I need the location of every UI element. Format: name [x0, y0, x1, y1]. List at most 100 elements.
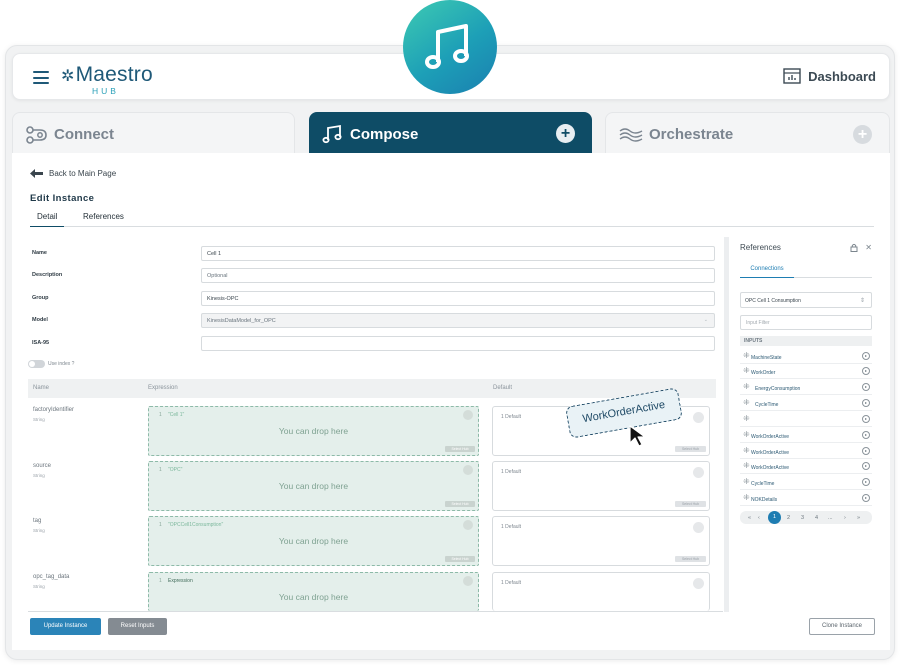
pager-last[interactable]: »: [857, 515, 860, 521]
pager-page[interactable]: 3: [801, 515, 804, 521]
clear-icon[interactable]: [463, 465, 473, 475]
input-item[interactable]: ⁜ ▸: [740, 413, 872, 427]
update-instance-button[interactable]: Update Instance: [30, 618, 101, 635]
group-field[interactable]: Kinesis-OPC: [201, 291, 715, 306]
pager-page[interactable]: 4: [815, 515, 818, 521]
line-number: 1: [159, 578, 162, 584]
tab-detail[interactable]: Detail: [30, 212, 65, 227]
tab-references[interactable]: References: [83, 212, 124, 227]
clear-icon[interactable]: [463, 576, 473, 586]
default-text: 1 Default: [501, 414, 522, 420]
use-index-toggle[interactable]: [28, 360, 45, 368]
tab-compose[interactable]: Compose +: [309, 112, 592, 156]
default-field[interactable]: 1 Default Select Hub: [492, 516, 710, 566]
default-field[interactable]: 1 Default Select Hub: [492, 461, 710, 511]
name-field[interactable]: Cell 1: [201, 246, 715, 261]
arrow-right-icon[interactable]: ▸: [862, 352, 870, 360]
drag-handle-icon[interactable]: ⁜: [743, 399, 750, 407]
arrow-right-icon[interactable]: ▸: [862, 415, 870, 423]
input-item[interactable]: ⁜ EnergyConsumption ▸: [740, 381, 872, 395]
model-select[interactable]: KinesisDataModel_for_OPC ⌄: [201, 313, 715, 328]
drag-handle-icon[interactable]: ⁜: [743, 494, 750, 502]
tab-connections[interactable]: Connections: [740, 266, 794, 278]
connection-value: OPC Cell 1 Consumption: [745, 298, 801, 304]
select-hub-button[interactable]: Select Hub: [675, 501, 706, 507]
input-item[interactable]: ⁜ MachineState ▸: [740, 350, 872, 364]
music-note-badge: [403, 0, 497, 94]
input-item[interactable]: ⁜ NOKDetails ▸: [740, 492, 872, 506]
tab-connect[interactable]: Connect: [12, 112, 295, 156]
isa95-field[interactable]: [201, 336, 715, 351]
drag-handle-icon[interactable]: ⁜: [743, 478, 750, 486]
close-icon[interactable]: ✕: [865, 243, 872, 254]
arrow-right-icon[interactable]: ▸: [862, 447, 870, 455]
select-hub-button[interactable]: Select Hub: [675, 556, 706, 562]
select-hub-button[interactable]: Select Hub: [445, 501, 475, 507]
model-value: KinesisDataModel_for_OPC: [207, 318, 276, 324]
chevron-updown-icon: ⇕: [859, 298, 865, 304]
drag-handle-icon[interactable]: ⁜: [743, 431, 750, 439]
drag-handle-icon[interactable]: ⁜: [743, 462, 750, 470]
default-field[interactable]: 1 Default: [492, 572, 710, 611]
input-filter-field[interactable]: Input Filter: [740, 315, 872, 330]
clear-icon[interactable]: [463, 520, 473, 530]
arrow-right-icon[interactable]: ▸: [862, 431, 870, 439]
arrow-right-icon[interactable]: ▸: [862, 399, 870, 407]
menu-icon[interactable]: [33, 71, 49, 84]
input-item[interactable]: ⁜ CycleTime ▸: [740, 476, 872, 490]
expression-drop-zone[interactable]: 1 "OPCCell1Consumption" You can drop her…: [148, 516, 479, 566]
description-field[interactable]: Optional: [201, 268, 715, 283]
drag-handle-icon[interactable]: ⁜: [743, 352, 750, 360]
mouse-pointer-icon: [628, 424, 650, 453]
clone-instance-button[interactable]: Clone Instance: [809, 618, 875, 635]
dashboard-link[interactable]: Dashboard: [783, 68, 876, 84]
input-name: CycleTime: [751, 481, 775, 487]
expression-drop-zone[interactable]: 1 "Cell 1" You can drop here Select Hub: [148, 406, 479, 456]
arrow-right-icon[interactable]: ▸: [862, 462, 870, 470]
arrow-right-icon[interactable]: ▸: [862, 494, 870, 502]
drop-hint: You can drop here: [278, 481, 349, 491]
reset-inputs-button[interactable]: Reset Inputs: [108, 618, 167, 635]
connect-icon: [26, 125, 48, 144]
drag-handle-icon[interactable]: ⁜: [743, 367, 750, 375]
drag-handle-icon[interactable]: ⁜: [743, 415, 750, 423]
clear-icon[interactable]: [693, 578, 704, 589]
arrow-right-icon[interactable]: ▸: [862, 367, 870, 375]
drag-handle-icon[interactable]: ⁜: [743, 447, 750, 455]
connection-select[interactable]: OPC Cell 1 Consumption ⇕: [740, 292, 872, 308]
tab-orchestrate[interactable]: Orchestrate +: [605, 112, 890, 156]
input-item[interactable]: ⁜ WorkOrder ▸: [740, 365, 872, 379]
clear-icon[interactable]: [693, 522, 704, 533]
input-item[interactable]: ⁜ CycleTime ▸: [740, 397, 872, 411]
input-item[interactable]: ⁜ WorkOrderActive ▸: [740, 460, 872, 474]
clear-icon[interactable]: [463, 410, 473, 420]
arrow-right-icon[interactable]: ▸: [862, 478, 870, 486]
pager-prev[interactable]: ‹: [758, 515, 760, 521]
back-link[interactable]: Back to Main Page: [30, 169, 116, 178]
lock-icon[interactable]: [850, 243, 858, 254]
input-item[interactable]: ⁜ WorkOrderActive ▸: [740, 445, 872, 459]
pager-first[interactable]: «: [748, 515, 751, 521]
pager-next[interactable]: ›: [844, 515, 846, 521]
arrow-right-icon[interactable]: ▸: [862, 383, 870, 391]
dashboard-icon: [783, 68, 801, 84]
scrollbar[interactable]: [724, 237, 729, 612]
expression-drop-zone[interactable]: 1 Expression You can drop here: [148, 572, 479, 611]
select-hub-button[interactable]: Select Hub: [445, 556, 475, 562]
drop-hint: You can drop here: [278, 592, 349, 602]
select-hub-button[interactable]: Select Hub: [675, 446, 706, 452]
clear-icon[interactable]: [693, 412, 704, 423]
select-hub-button[interactable]: Select Hub: [445, 446, 475, 452]
default-text: 1 Default: [501, 580, 522, 586]
add-compose-button[interactable]: +: [556, 124, 575, 143]
expression-drop-zone[interactable]: 1 "OPC" You can drop here Select Hub: [148, 461, 479, 511]
pager-page[interactable]: 2: [787, 515, 790, 521]
default-text: 1 Default: [501, 524, 522, 530]
pager-page-current[interactable]: 1: [768, 511, 781, 524]
description-label: Description: [32, 272, 63, 278]
input-item[interactable]: ⁜ WorkOrderActive ▸: [740, 429, 872, 443]
table-header: Name Expression Default: [28, 379, 716, 398]
add-orchestrate-button[interactable]: +: [853, 125, 872, 144]
clear-icon[interactable]: [693, 467, 704, 478]
drag-handle-icon[interactable]: ⁜: [743, 383, 750, 391]
